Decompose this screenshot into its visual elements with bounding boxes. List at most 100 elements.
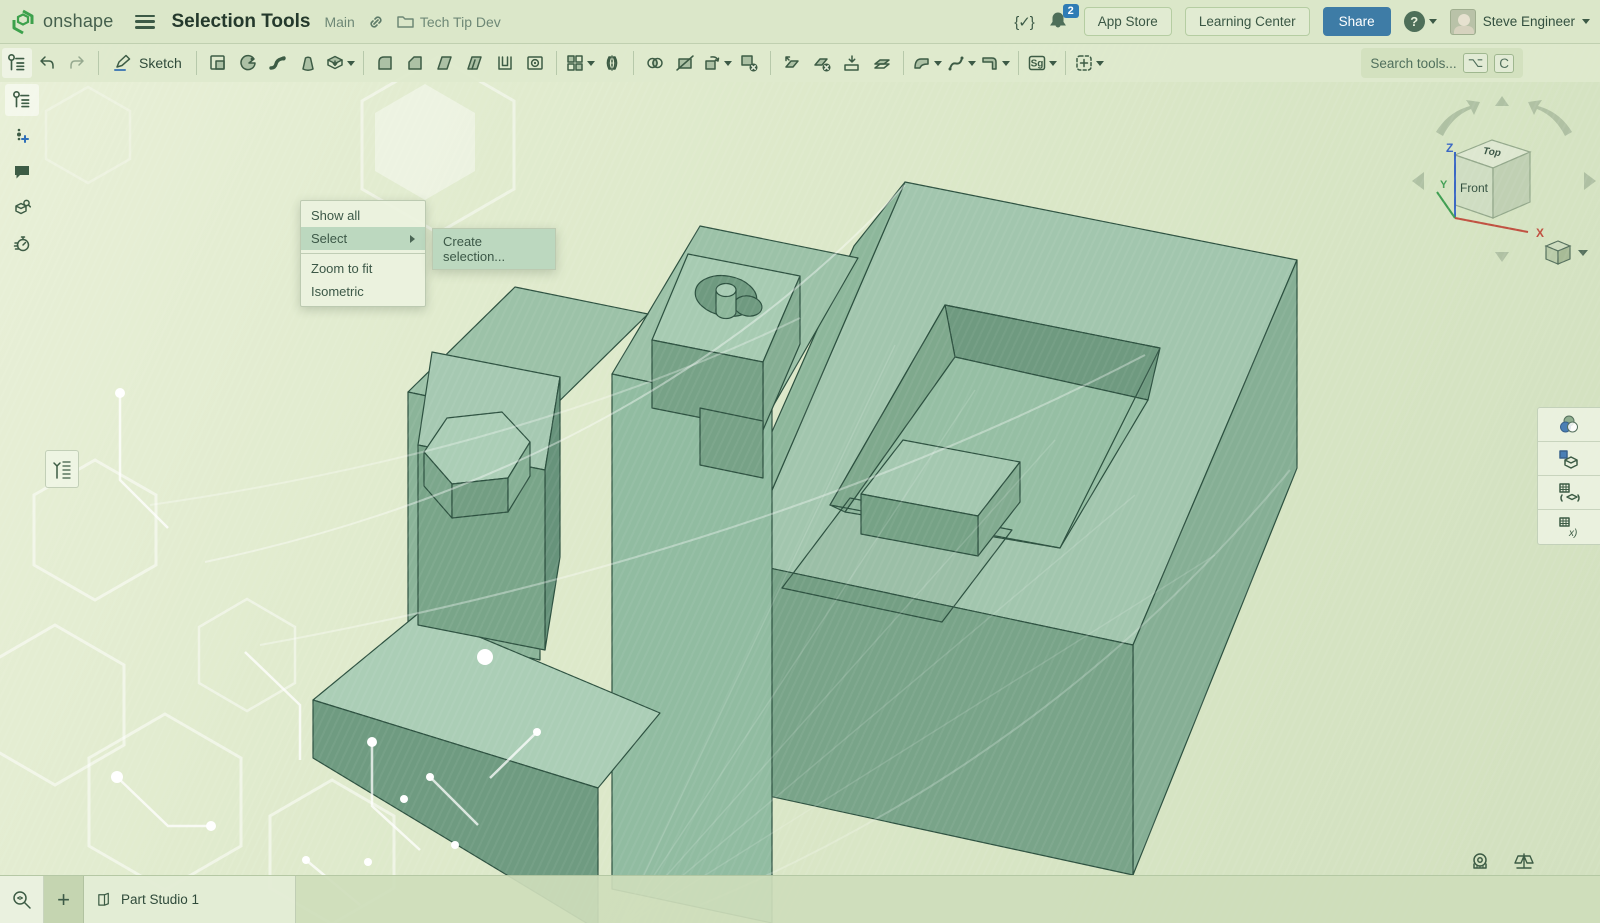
- breadcrumb[interactable]: Tech Tip Dev: [397, 14, 501, 30]
- tool-sweep[interactable]: [263, 48, 293, 78]
- sidebar-performance-button[interactable]: [5, 228, 39, 260]
- render-options-button[interactable]: [1538, 408, 1600, 442]
- feature-script-icon[interactable]: {✓}: [1014, 13, 1034, 31]
- menu-item-zoom-to-fit[interactable]: Zoom to fit: [301, 257, 425, 280]
- version-link-icon[interactable]: [367, 13, 385, 31]
- replace-face-icon: [842, 53, 862, 73]
- tool-replace-face[interactable]: [837, 48, 867, 78]
- tool-mirror[interactable]: [597, 48, 627, 78]
- sidebar-feature-list-button[interactable]: [5, 84, 39, 116]
- split-icon: [675, 53, 695, 73]
- move-face-icon: [782, 53, 802, 73]
- display-states-button[interactable]: [1538, 442, 1600, 476]
- tool-thicken[interactable]: [323, 48, 357, 78]
- chevron-down-icon: [1002, 61, 1010, 66]
- chamfer-icon: [405, 53, 425, 73]
- onshape-logo[interactable]: onshape: [10, 9, 113, 35]
- part-studio-icon: [96, 891, 113, 908]
- add-tab-button[interactable]: +: [44, 876, 84, 923]
- menu-item-isometric[interactable]: Isometric: [301, 280, 425, 303]
- sidebar-insert-button[interactable]: [5, 120, 39, 152]
- menu-item-create-selection[interactable]: Create selection...: [433, 229, 555, 269]
- user-name: Steve Engineer: [1483, 14, 1575, 29]
- tool-transform[interactable]: [700, 48, 734, 78]
- boolean-icon: [645, 53, 665, 73]
- help-menu[interactable]: ?: [1404, 11, 1437, 32]
- tab-part-studio[interactable]: Part Studio 1: [84, 876, 296, 923]
- tool-draft[interactable]: [430, 48, 460, 78]
- configured-variables-button[interactable]: x): [1538, 510, 1600, 544]
- search-tabs-button[interactable]: [0, 876, 44, 923]
- delete-face-icon: [812, 53, 832, 73]
- submenu-arrow-icon: [410, 235, 415, 243]
- redo-icon: [67, 53, 87, 73]
- rotate-left-arrow: [1412, 172, 1424, 190]
- tab-bar: + Part Studio 1: [0, 875, 1600, 923]
- chevron-down-icon: [934, 61, 942, 66]
- tool-split[interactable]: [670, 48, 700, 78]
- mass-properties-icon[interactable]: [1512, 851, 1536, 873]
- extrude-icon: [208, 53, 228, 73]
- tool-sheet-metal[interactable]: [978, 48, 1012, 78]
- tool-curve[interactable]: [944, 48, 978, 78]
- rotate-down-arrow: [1495, 252, 1509, 262]
- feature-list-toggle-button[interactable]: [2, 48, 32, 78]
- configurations-button[interactable]: [1538, 476, 1600, 510]
- tool-chamfer[interactable]: [400, 48, 430, 78]
- tool-move-face[interactable]: [777, 48, 807, 78]
- tape-measure-icon[interactable]: [1468, 851, 1492, 873]
- notifications-button[interactable]: 2: [1047, 10, 1071, 34]
- tool-shell[interactable]: [490, 48, 520, 78]
- tool-extrude[interactable]: [203, 48, 233, 78]
- main-menu-button[interactable]: [135, 15, 155, 29]
- tool-linear-pattern[interactable]: [563, 48, 597, 78]
- tool-fillet[interactable]: [370, 48, 400, 78]
- tool-surface[interactable]: [910, 48, 944, 78]
- z-axis-label: Z: [1446, 141, 1453, 155]
- model-canvas[interactable]: Top Front Z Y X: [0, 0, 1600, 923]
- view-cube[interactable]: Top Front Z Y X: [1412, 96, 1596, 264]
- left-sidebar: [0, 82, 44, 260]
- tool-revolve[interactable]: [233, 48, 263, 78]
- redo-button[interactable]: [62, 48, 92, 78]
- sketch-button[interactable]: Sketch: [105, 53, 190, 73]
- top-bar: onshape Selection Tools Main Tech Tip De…: [0, 0, 1600, 44]
- spin-right-arrow: [1528, 100, 1572, 136]
- undo-button[interactable]: [32, 48, 62, 78]
- learning-center-button[interactable]: Learning Center: [1185, 7, 1310, 36]
- tab-search-icon: [11, 889, 33, 911]
- feature-list-icon: [6, 52, 28, 74]
- tool-selection-tools[interactable]: [1072, 48, 1106, 78]
- branch-label[interactable]: Main: [324, 14, 354, 30]
- tool-loft[interactable]: [293, 48, 323, 78]
- project-name: Tech Tip Dev: [420, 14, 501, 30]
- menu-item-select[interactable]: Select: [301, 227, 425, 250]
- tool-rib[interactable]: [460, 48, 490, 78]
- tool-offset-surface[interactable]: [867, 48, 897, 78]
- tool-boolean[interactable]: [640, 48, 670, 78]
- tool-delete-face[interactable]: [807, 48, 837, 78]
- pencil-icon: [113, 53, 133, 73]
- tool-hole[interactable]: [520, 48, 550, 78]
- chevron-down-icon: [724, 61, 732, 66]
- share-button[interactable]: Share: [1323, 7, 1391, 36]
- view-options-button[interactable]: [1546, 241, 1588, 264]
- tool-delete-part[interactable]: [734, 48, 764, 78]
- toolbar-search[interactable]: Search tools... ⌥ C: [1361, 48, 1523, 78]
- feature-tree-flyout[interactable]: [45, 450, 79, 488]
- tree-expand-icon: [51, 457, 73, 481]
- color-circles-icon: [1557, 413, 1581, 437]
- user-menu[interactable]: Steve Engineer: [1450, 9, 1590, 35]
- sg-icon: Sg: [1027, 53, 1047, 73]
- menu-item-show-all[interactable]: Show all: [301, 204, 425, 227]
- chevron-down-icon: [1049, 61, 1057, 66]
- tool-selection-group[interactable]: Sg: [1025, 48, 1059, 78]
- notification-badge: 2: [1063, 4, 1079, 18]
- app-store-button[interactable]: App Store: [1084, 7, 1172, 36]
- document-title: Selection Tools: [171, 11, 310, 33]
- sidebar-isolate-button[interactable]: [5, 192, 39, 224]
- shortcut-c-key: C: [1494, 54, 1514, 73]
- sidebar-comment-button[interactable]: [5, 156, 39, 188]
- cube-grid-icon: [1557, 447, 1581, 471]
- shell-icon: [495, 53, 515, 73]
